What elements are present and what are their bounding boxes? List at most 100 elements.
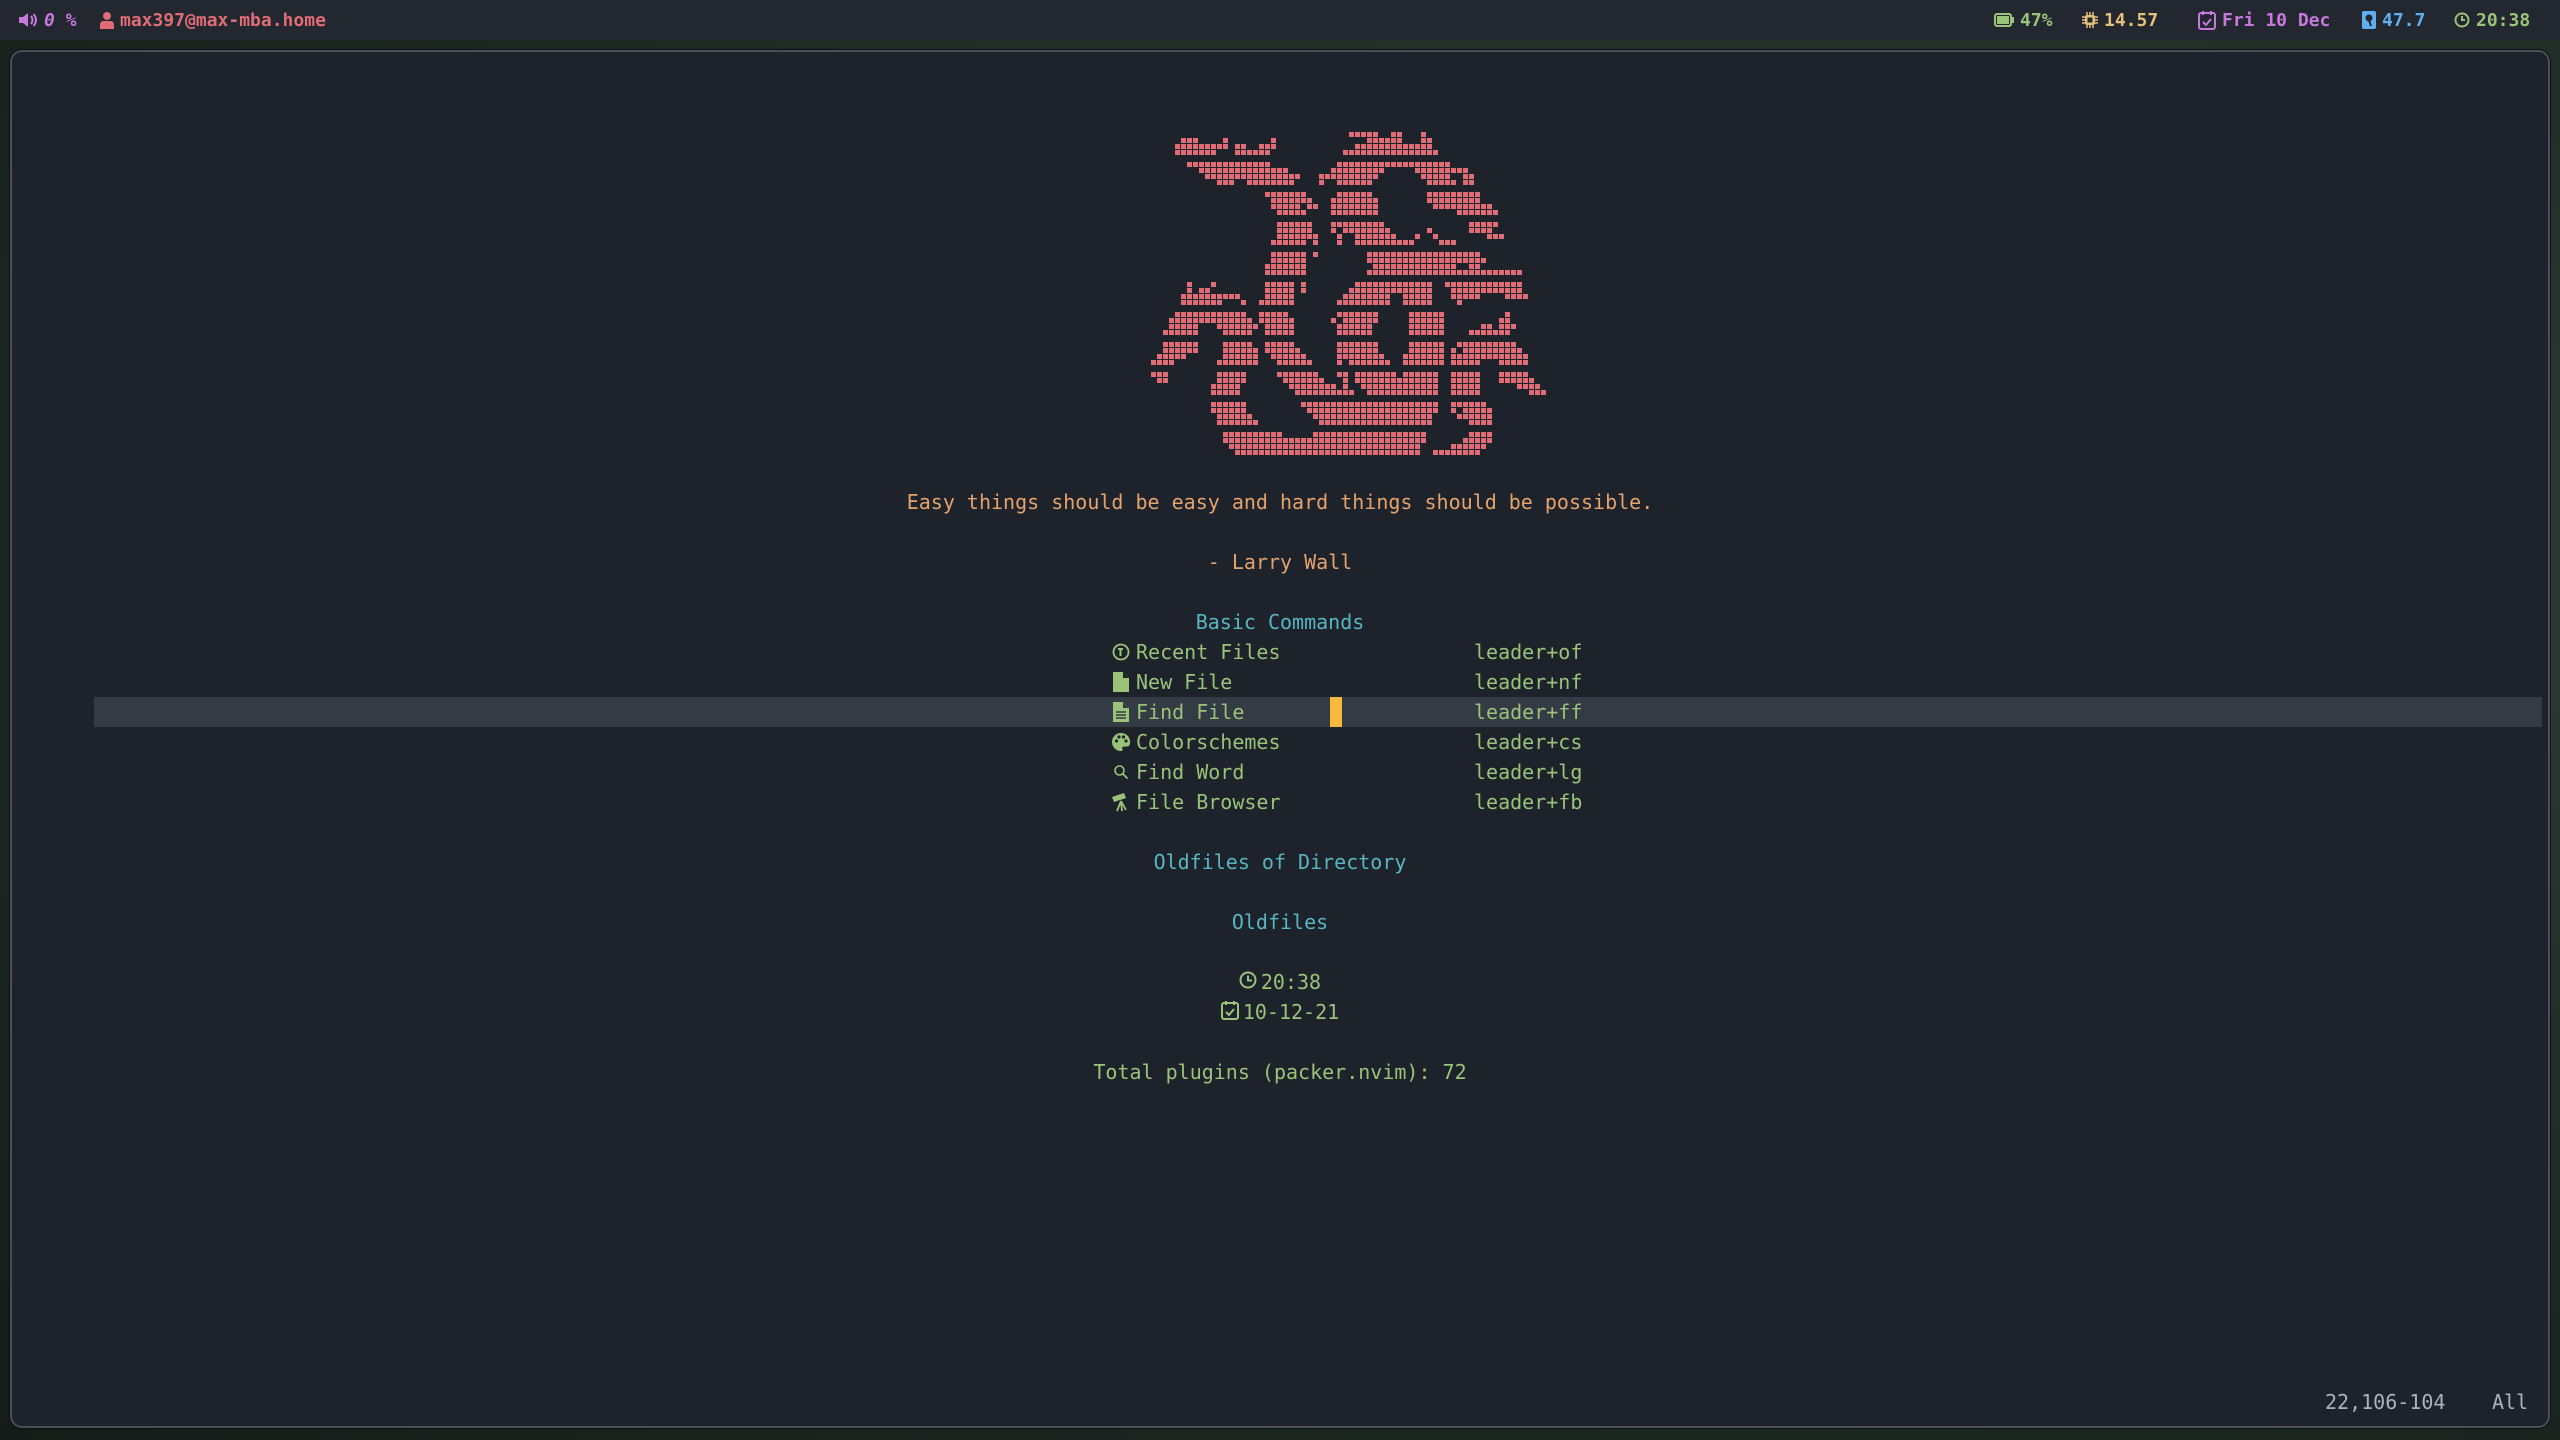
- art-dot: [1469, 360, 1474, 365]
- art-dot: [1217, 294, 1222, 299]
- art-dot: [1379, 168, 1384, 173]
- art-dot: [1289, 204, 1294, 209]
- art-dot: [1403, 288, 1408, 293]
- art-dot: [1331, 450, 1336, 455]
- art-dot: [1331, 414, 1336, 419]
- art-dot: [1373, 360, 1378, 365]
- art-dot: [1373, 132, 1378, 137]
- art-dot: [1475, 330, 1480, 335]
- art-dot: [1409, 258, 1414, 263]
- art-dot: [1433, 270, 1438, 275]
- art-dot: [1235, 144, 1240, 149]
- art-dot: [1349, 210, 1354, 215]
- art-dot: [1217, 180, 1222, 185]
- art-dot: [1295, 240, 1300, 245]
- quote-author: - Larry Wall: [1207, 550, 1353, 574]
- art-dot: [1181, 318, 1186, 323]
- art-dot: [1433, 204, 1438, 209]
- art-dot: [1271, 144, 1276, 149]
- art-dot: [1241, 402, 1246, 407]
- art-dot: [1223, 372, 1228, 377]
- art-dot: [1313, 432, 1318, 437]
- command-item-find-word[interactable]: Find Word: [1110, 757, 1244, 787]
- art-dot: [1259, 168, 1264, 173]
- volume-widget[interactable]: 0 %: [18, 0, 77, 40]
- art-dot: [1397, 282, 1402, 287]
- oldfiles-title[interactable]: Oldfiles: [12, 907, 2548, 937]
- art-dot: [1421, 144, 1426, 149]
- command-item-recent-files[interactable]: Recent Files: [1110, 637, 1281, 667]
- art-dot: [1349, 150, 1354, 155]
- art-dot: [1199, 312, 1204, 317]
- art-dot: [1217, 168, 1222, 173]
- art-dot: [1403, 420, 1408, 425]
- terminal-window[interactable]: Easy things should be easy and hard thin…: [10, 50, 2550, 1428]
- art-dot: [1205, 174, 1210, 179]
- art-dot: [1361, 234, 1366, 239]
- art-dot: [1265, 300, 1270, 305]
- art-dot: [1211, 300, 1216, 305]
- oldfiles-directory-title[interactable]: Oldfiles of Directory: [12, 847, 2548, 877]
- art-dot: [1193, 342, 1198, 347]
- art-dot: [1415, 258, 1420, 263]
- art-dot: [1295, 360, 1300, 365]
- art-dot: [1337, 330, 1342, 335]
- art-dot: [1445, 258, 1450, 263]
- art-dot: [1343, 444, 1348, 449]
- art-dot: [1421, 348, 1426, 353]
- art-dot: [1301, 270, 1306, 275]
- art-dot: [1487, 342, 1492, 347]
- art-dot: [1349, 222, 1354, 227]
- art-dot: [1463, 438, 1468, 443]
- command-shortcut: leader+of: [1474, 640, 1583, 664]
- art-dot: [1289, 174, 1294, 179]
- art-dot: [1175, 354, 1180, 359]
- art-dot: [1259, 174, 1264, 179]
- art-dot: [1409, 372, 1414, 377]
- art-dot: [1355, 132, 1360, 137]
- art-dot: [1349, 330, 1354, 335]
- command-item-colorschemes[interactable]: Colorschemes: [1110, 727, 1281, 757]
- art-dot: [1187, 318, 1192, 323]
- command-item-file-browser[interactable]: File Browser: [1110, 787, 1281, 817]
- date-value: Fri 10 Dec: [2222, 9, 2331, 31]
- art-dot: [1469, 204, 1474, 209]
- art-dot: [1235, 150, 1240, 155]
- art-dot: [1277, 342, 1282, 347]
- art-dot: [1241, 378, 1246, 383]
- art-dot: [1499, 288, 1504, 293]
- art-dot: [1367, 402, 1372, 407]
- art-dot: [1361, 324, 1366, 329]
- art-dot: [1535, 384, 1540, 389]
- art-dot: [1313, 378, 1318, 383]
- art-dot: [1325, 390, 1330, 395]
- art-dot: [1367, 204, 1372, 209]
- art-dot: [1175, 348, 1180, 353]
- art-dot: [1391, 450, 1396, 455]
- art-dot: [1217, 162, 1222, 167]
- art-dot: [1217, 312, 1222, 317]
- command-item-new-file[interactable]: New File: [1110, 667, 1232, 697]
- art-dot: [1283, 288, 1288, 293]
- art-dot: [1349, 348, 1354, 353]
- art-dot: [1361, 384, 1366, 389]
- art-dot: [1265, 444, 1270, 449]
- art-dot: [1487, 324, 1492, 329]
- art-dot: [1439, 324, 1444, 329]
- art-dot: [1271, 318, 1276, 323]
- art-dot: [1259, 450, 1264, 455]
- art-dot: [1217, 360, 1222, 365]
- art-dot: [1379, 240, 1384, 245]
- art-dot: [1289, 342, 1294, 347]
- art-dot: [1403, 150, 1408, 155]
- art-dot: [1487, 234, 1492, 239]
- art-dot: [1223, 384, 1228, 389]
- art-dot: [1373, 144, 1378, 149]
- art-dot: [1355, 444, 1360, 449]
- art-dot: [1427, 192, 1432, 197]
- art-dot: [1451, 264, 1456, 269]
- art-dot: [1271, 198, 1276, 203]
- art-dot: [1343, 162, 1348, 167]
- command-item-find-file[interactable]: Find File: [1110, 697, 1244, 727]
- art-dot: [1415, 432, 1420, 437]
